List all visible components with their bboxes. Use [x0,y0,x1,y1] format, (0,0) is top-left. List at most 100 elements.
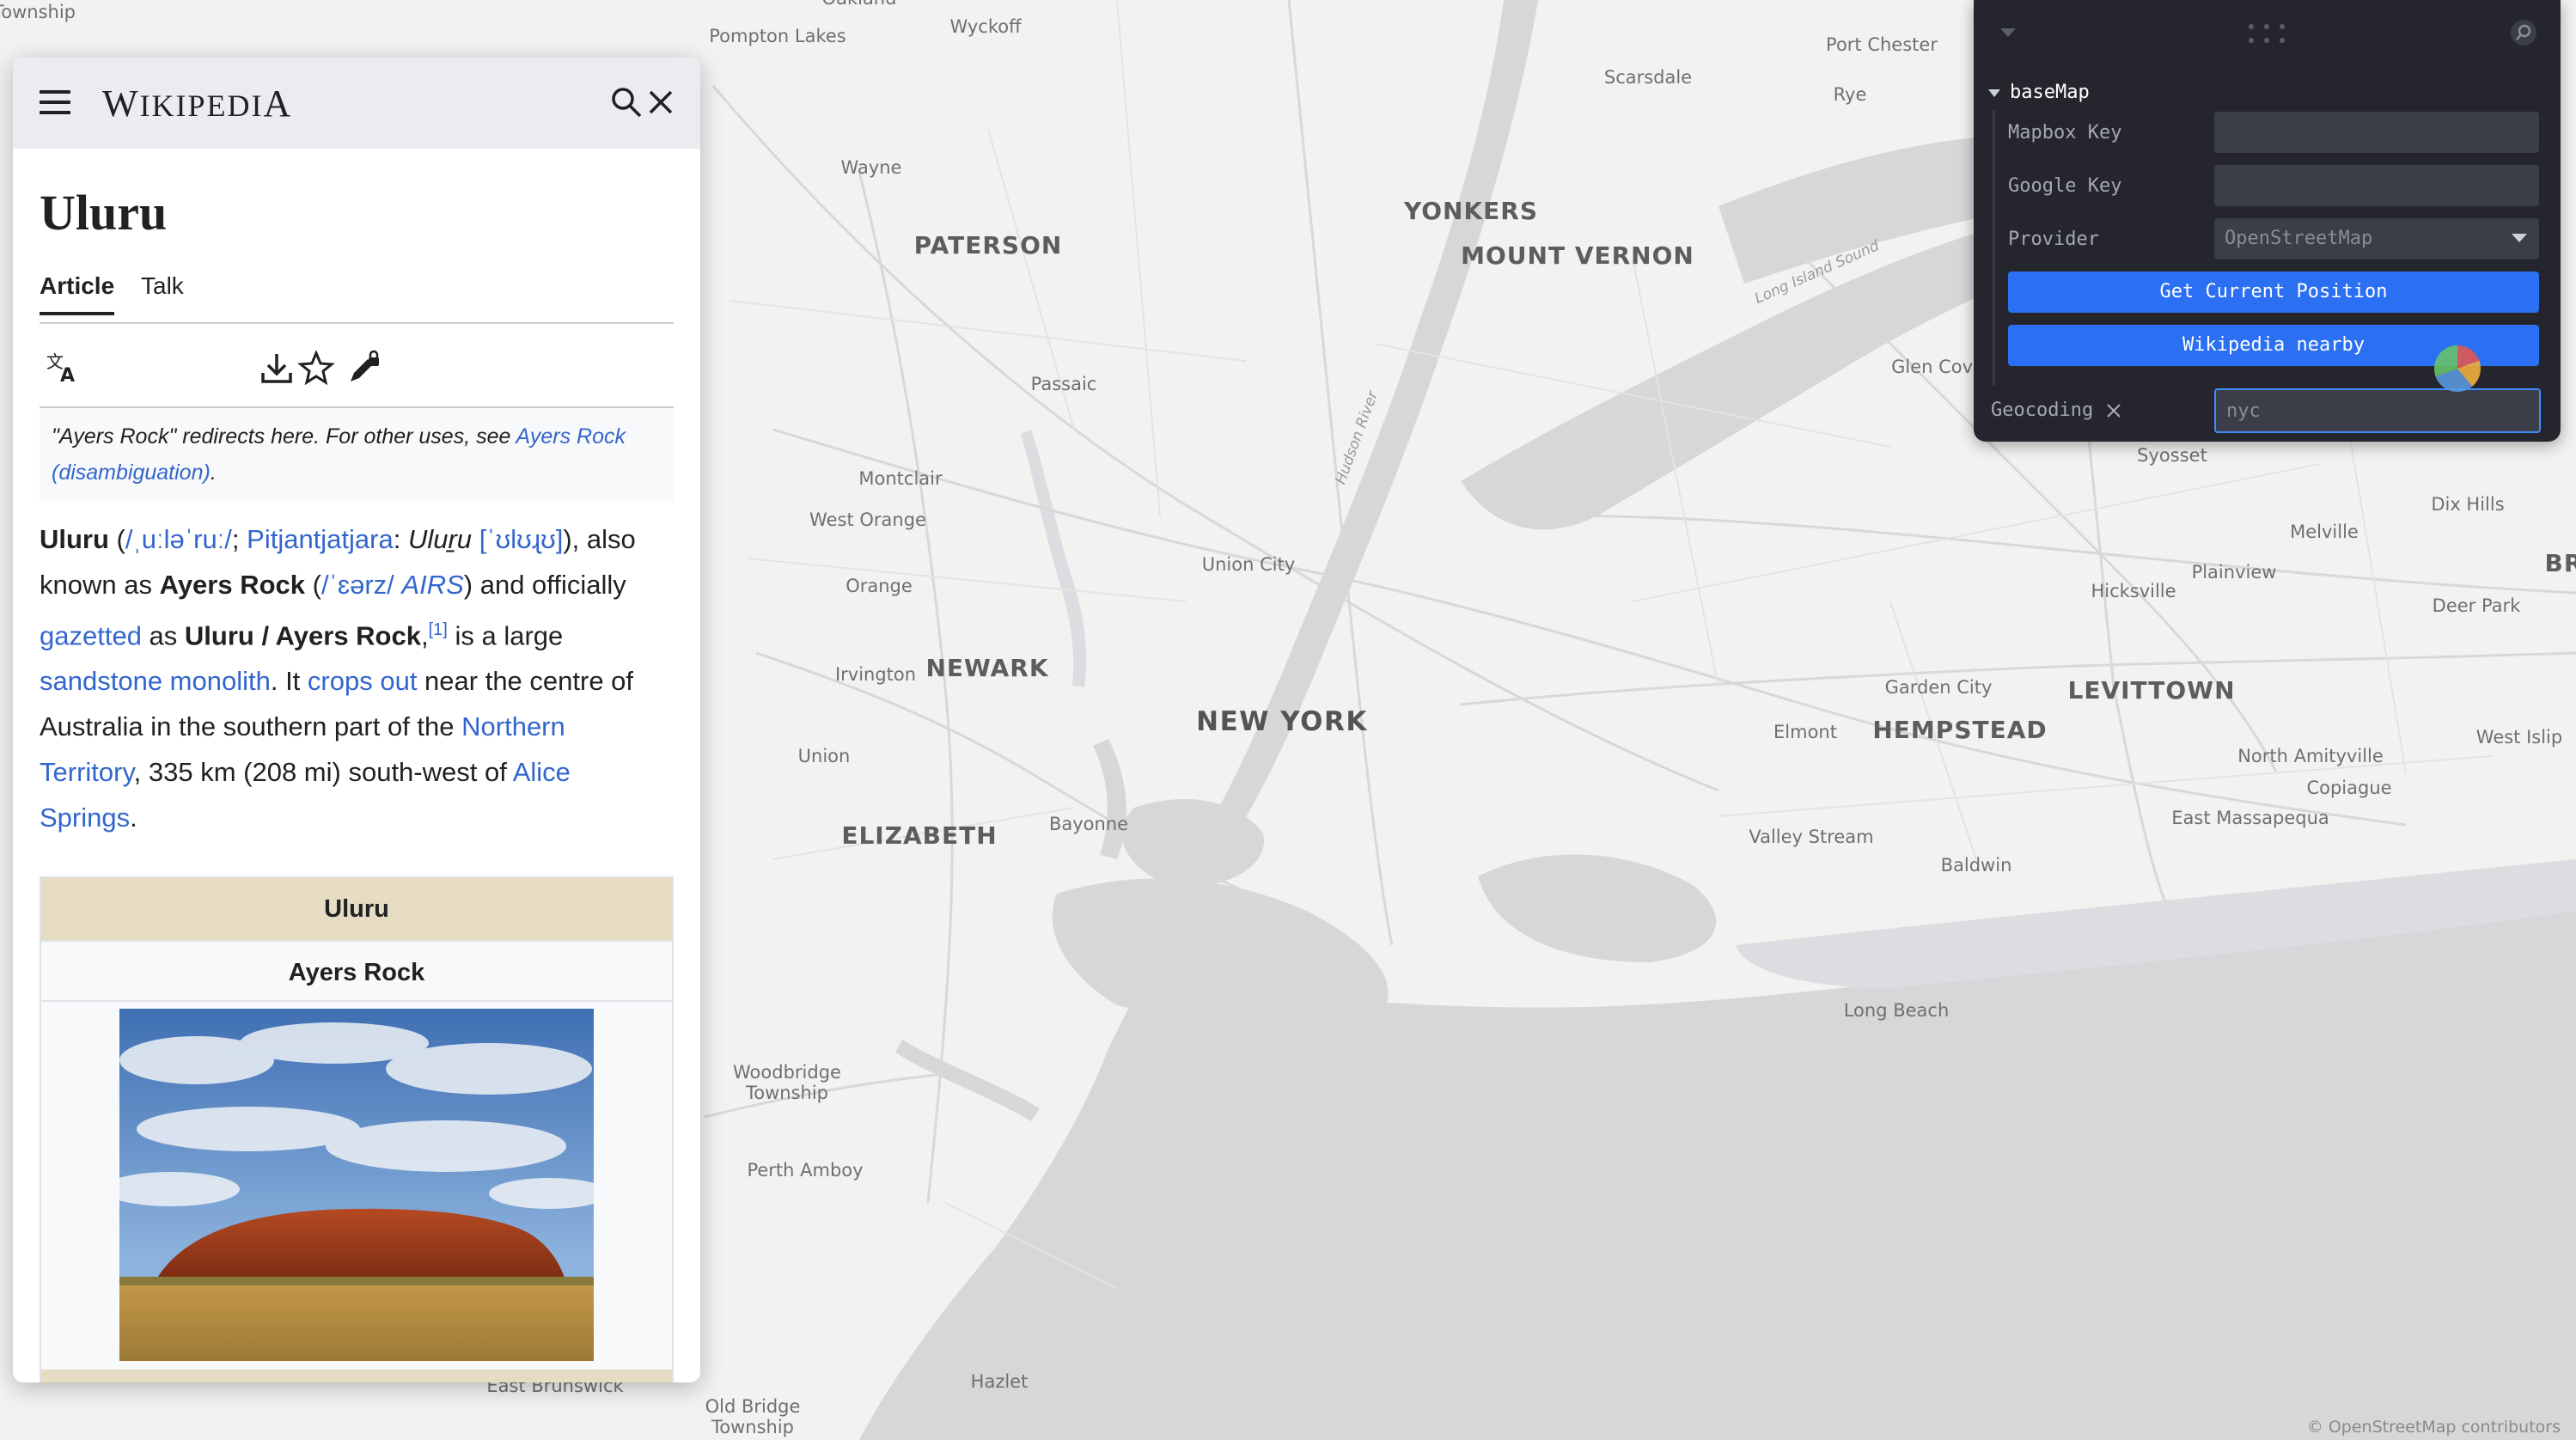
bold-term: Ayers Rock [159,570,306,600]
map-label: Pompton Lakes [709,26,846,46]
wordmark-body: IKIPEDI [139,88,264,123]
article-link[interactable]: gazetted [40,620,142,650]
map-label: North Amityville [2237,746,2384,766]
map-label: Scarsdale [1603,67,1693,88]
ipa-link[interactable]: /ˌuːləˈruː/ [125,524,232,554]
italic-term: Uluṟu [407,524,473,554]
text: : [393,524,408,554]
article-body: Uluru Article Talk 文A "Ayers Rock" redir… [40,149,674,1382]
map-label: BR [2544,549,2576,577]
map-label: Glen Cove [1891,357,1984,377]
map-label: PATERSON [913,231,1063,259]
article-link[interactable]: sandstone monolith [40,666,271,696]
map-label: LEVITTOWN [2067,676,2236,705]
get-current-position-button[interactable]: Get Current Position [2008,272,2539,313]
wordmark-initial: W [102,82,140,125]
map-label: Port Chester [1826,34,1938,55]
map-label: Wayne [840,157,902,178]
tab-talk[interactable]: Talk [141,272,184,312]
map-label: NEWARK [925,654,1049,682]
map-label: NEW YORK [1196,706,1368,737]
map-label: Passaic [1030,374,1097,394]
ipa-link[interactable]: [ˈʊlʊɻʊ] [479,524,564,554]
article-link[interactable]: crops out [308,666,418,696]
edit-lock-icon[interactable] [345,349,383,387]
ipa-link[interactable]: /ˈɛərz/ [321,570,394,600]
geocoding-input[interactable] [2214,388,2541,433]
map-label: Woodbridge Township [733,1062,841,1104]
folder-guide [1993,110,1995,385]
map-label: Oakland [822,0,897,9]
map-label: Perth Amboy [747,1160,864,1181]
geocoding-text: Geocoding [1991,400,2094,421]
infobox-subtitle: Ayers Rock [41,940,672,1003]
respelling-link[interactable]: AIRS [401,570,463,600]
hatnote-text: "Ayers Rock" redirects here. For other u… [52,424,516,448]
drag-handle-icon[interactable] [2247,22,2286,45]
language-link[interactable]: Pitjantjatjara [247,524,394,554]
map-label: Township [0,2,76,22]
loading-spinner-icon [2434,345,2481,392]
map-label: Long Beach [1843,1000,1950,1021]
map-label: Irvington [834,664,917,685]
bold-term: Uluru / Ayers Rock [184,620,421,651]
map-label: YONKERS [1403,197,1539,225]
map-label: Hicksville [2091,581,2176,601]
map-label: West Islip [2475,727,2563,747]
map-label: Baldwin [1940,855,2012,876]
lead-paragraph: Uluru (/ˌuːləˈruː/; Pitjantjatjara: Uluṟ… [40,516,674,840]
google-key-label: Google Key [2008,175,2122,197]
map-label: East Massapequa [2171,808,2329,828]
collapse-icon[interactable] [1998,24,2018,41]
folder-basemap[interactable]: baseMap [1987,82,2090,103]
page-title: Uluru [40,185,168,241]
map-label: Wyckoff [949,16,1022,37]
provider-value: OpenStreetMap [2225,228,2373,249]
map-label: Valley Stream [1749,827,1874,847]
map-label: HEMPSTEAD [1872,716,2048,744]
map-label: Montclair [858,468,943,489]
bold-term: Uluru [40,524,109,554]
infobox: Uluru Ayers Rock [40,876,674,1382]
mapbox-key-field[interactable] [2214,112,2539,153]
text: . It [270,666,308,697]
download-icon[interactable] [258,349,296,387]
map-label: Copiague [2306,778,2392,798]
provider-label: Provider [2008,229,2099,250]
map-label: ELIZABETH [841,821,998,850]
text: ) and officially [463,570,626,600]
close-icon[interactable] [644,85,678,119]
map-label: Syosset [2137,445,2207,466]
text: , 335 km (208 mi) south-west of [133,757,513,788]
star-watch-icon[interactable] [297,349,335,387]
clear-icon[interactable] [2105,402,2122,419]
search-icon[interactable] [2508,17,2539,48]
hatnote-end: . [210,461,217,485]
map-label: Dix Hills [2431,494,2505,515]
wikipedia-wordmark[interactable]: WIKIPEDIA [102,82,292,125]
chevron-down-icon [2512,234,2527,242]
google-key-field[interactable] [2214,165,2539,206]
wikipedia-header: WIKIPEDIA [13,58,700,149]
search-icon[interactable] [609,85,644,119]
map-label: Melville [2290,522,2359,542]
language-icon[interactable]: 文A [45,349,82,387]
text [472,524,479,554]
citation-link[interactable]: [1] [429,620,448,639]
svg-text:A: A [60,365,75,387]
map-attribution[interactable]: © OpenStreetMap contributors [2307,1418,2561,1437]
wordmark-final: A [263,82,293,125]
map-label: Old Bridge Township [705,1396,801,1438]
geocoding-label: Geocoding [1991,400,2122,421]
provider-select[interactable]: OpenStreetMap [2214,218,2539,259]
uluru-photo[interactable] [119,1009,594,1362]
map-label: Elmont [1773,722,1837,742]
tab-article[interactable]: Article [40,272,115,315]
map-label: Deer Park [2432,595,2521,616]
map-label: Rye [1833,84,1867,105]
text: , [420,620,429,651]
map-label: Bayonne [1048,814,1129,834]
map-label: Plainview [2191,562,2277,583]
hamburger-menu-icon[interactable] [40,90,70,114]
map-label: Union [797,746,851,766]
